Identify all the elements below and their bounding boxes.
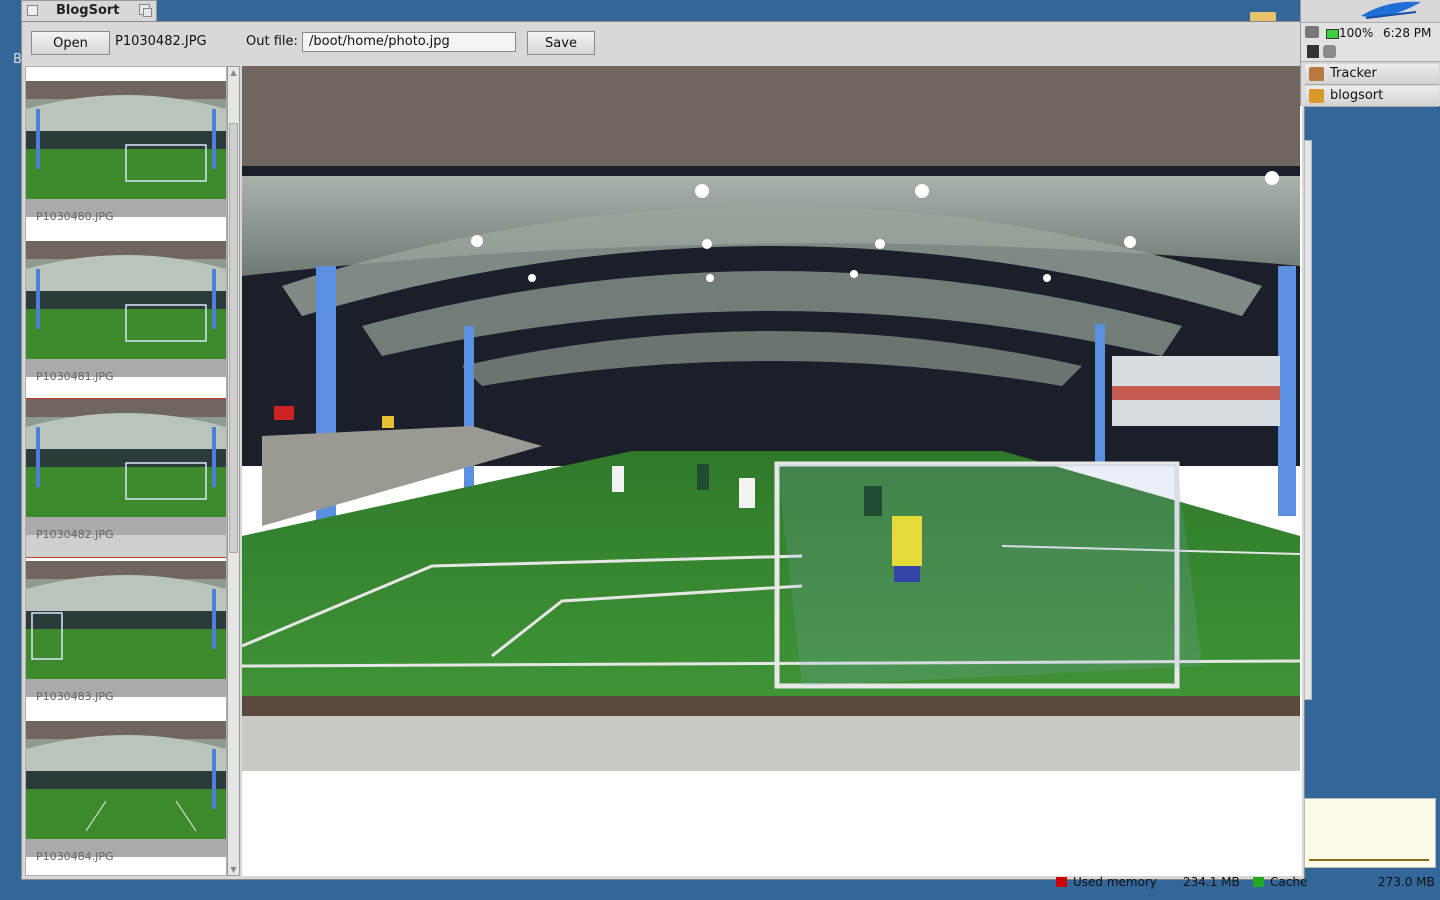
thumbnail-list[interactable]: P1030480.JPG P1030481.JPG P1030482.JPG P… [25,66,227,876]
clock[interactable]: 6:28 PM [1383,26,1431,40]
zoom-icon[interactable] [139,4,152,17]
thumbnail-image [26,721,226,857]
desktop-folder-icon[interactable] [1250,12,1276,21]
thumbnail-label: P1030484.JPG [36,850,114,863]
memory-graph [1304,798,1436,868]
out-file-input[interactable]: /boot/home/photo.jpg [302,32,516,52]
blogsort-app-icon [1309,89,1324,103]
used-memory-legend: Used memory [1056,875,1157,889]
thumbnail-item-selected[interactable]: P1030482.JPG [26,398,226,558]
deskbar-item-tracker[interactable]: Tracker [1305,64,1439,85]
close-icon[interactable] [27,5,38,16]
deskbar-item-label: Tracker [1330,66,1377,81]
blogsort-window: Open P1030482.JPG Out file: /boot/home/p… [21,21,1305,880]
deskbar-item-label: blogsort [1330,88,1384,103]
cache-label: Cache [1270,875,1308,889]
system-tray: 100% 6:28 PM [1301,22,1440,62]
background-window-edge [1304,140,1312,700]
scroll-down-icon[interactable]: ▼ [229,864,238,875]
thumbnail-item[interactable]: P1030480.JPG [26,81,226,223]
scroll-up-icon[interactable]: ▲ [229,67,238,78]
preview-image [242,66,1300,771]
thumbnail-item[interactable]: P1030481.JPG [26,241,226,383]
thumbnail-item[interactable]: P1030484.JPG [26,721,226,863]
cpu-monitor-icon[interactable] [1307,45,1319,58]
thumbnail-scrollbar[interactable]: ▲ ▼ [227,66,240,876]
thumbnail-label: P1030481.JPG [36,370,114,383]
thumbnail-item[interactable]: P1030483.JPG [26,561,226,703]
battery-icon[interactable] [1326,29,1339,39]
thumbnail-image [26,399,226,535]
used-memory-value: 234.1 MB [1183,875,1240,889]
network-icon[interactable] [1305,26,1319,38]
window-title: BlogSort [56,3,120,18]
deskbar-leaf-icon[interactable] [1331,0,1431,22]
total-memory-value: 273.0 MB [1378,875,1435,889]
photo-preview [242,66,1302,876]
used-memory-label: Used memory [1073,875,1157,889]
cache-swatch [1253,877,1264,887]
battery-level: 100% [1339,26,1374,40]
current-file-name: P1030482.JPG [115,34,207,49]
scroll-thumb[interactable] [229,123,238,553]
deskbar-item-blogsort[interactable]: blogsort [1305,86,1439,107]
cache-legend: Cache [1253,875,1307,889]
thumbnail-image [26,241,226,377]
used-memory-swatch [1056,877,1067,887]
open-button[interactable]: Open [31,31,110,55]
save-button[interactable]: Save [527,31,595,55]
deskbar: 100% 6:28 PM Tracker blogsort [1300,0,1440,107]
volume-icon[interactable] [1323,45,1336,58]
thumbnail-image [26,561,226,697]
tracker-icon [1309,67,1324,81]
thumbnail-label: P1030482.JPG [36,528,114,541]
thumbnail-label: P1030483.JPG [36,690,114,703]
thumbnail-image [26,81,226,217]
out-file-label: Out file: [246,34,298,49]
window-tab[interactable]: BlogSort [21,0,157,21]
thumbnail-label: P1030480.JPG [36,210,114,223]
